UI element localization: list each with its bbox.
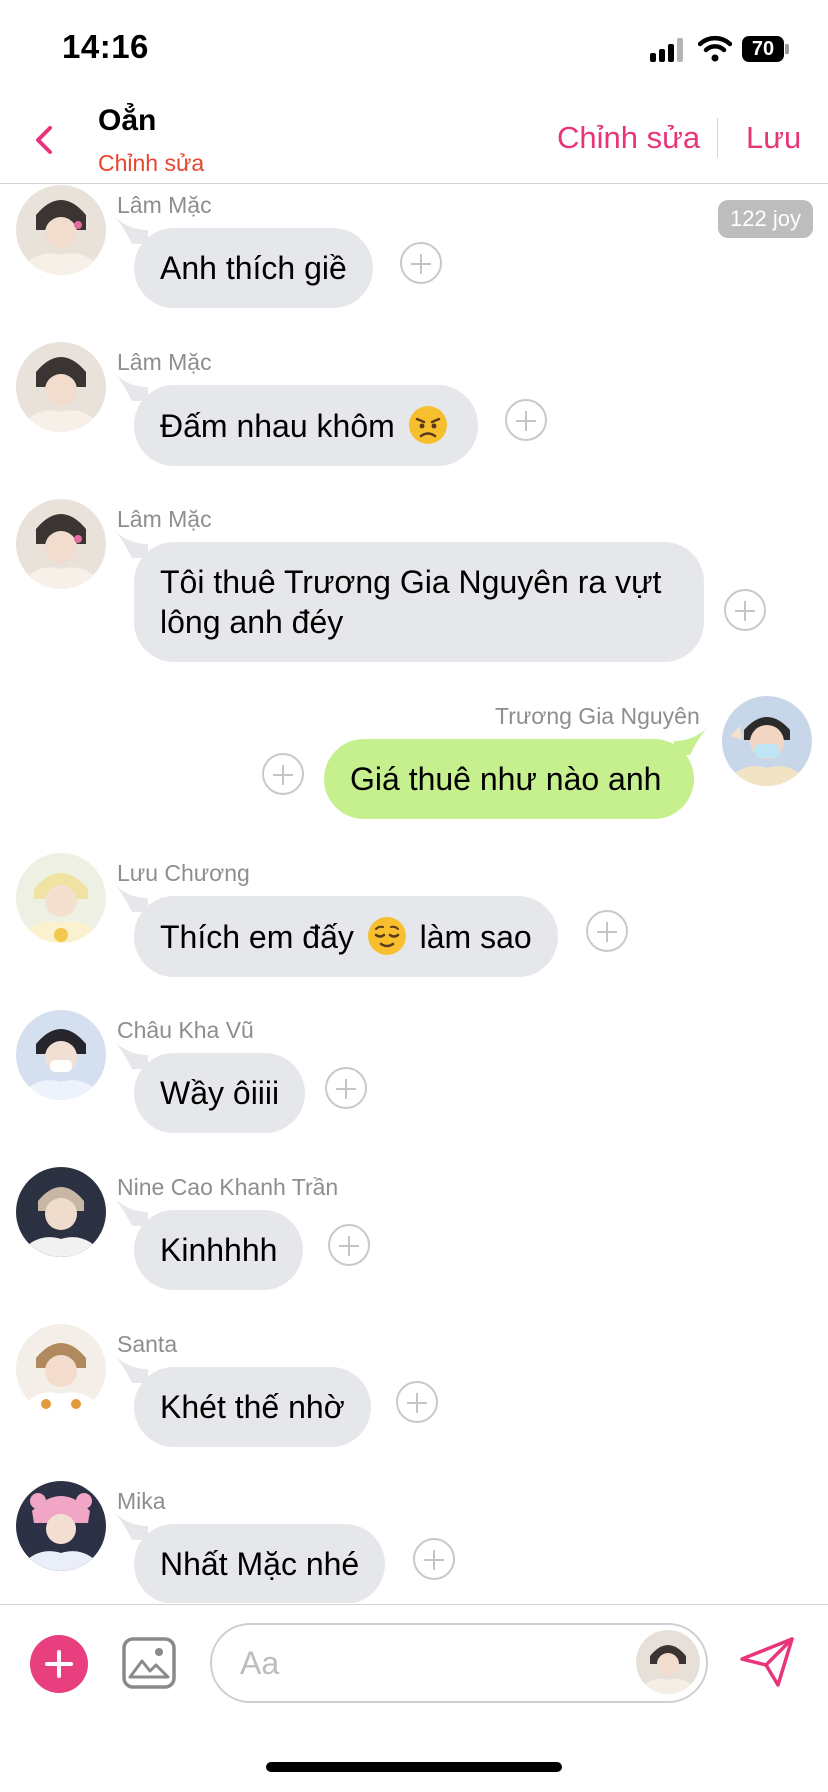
santa-avatar[interactable] bbox=[16, 1324, 106, 1414]
bubble-tail bbox=[114, 373, 148, 401]
message-bubble[interactable]: Tôi thuê Trương Gia Nguyên ra vựt lông a… bbox=[134, 542, 704, 662]
sender-name: Mika bbox=[117, 1488, 166, 1514]
sender-name: Santa bbox=[117, 1331, 178, 1357]
react-plus-button[interactable] bbox=[724, 589, 766, 631]
sender-name: Nine Cao Khanh Trần bbox=[117, 1174, 339, 1200]
header-divider bbox=[717, 118, 718, 158]
truong-gia-nguyen-avatar[interactable] bbox=[722, 696, 812, 786]
message-text: làm sao bbox=[419, 919, 532, 955]
sender-name: Lâm Mặc bbox=[117, 349, 212, 375]
message-text: Giá thuê như nào anh bbox=[350, 761, 662, 797]
chat-subtitle[interactable]: Chỉnh sửa bbox=[98, 150, 204, 177]
sender-name: Lưu Chương bbox=[117, 860, 250, 886]
message-bubble[interactable]: Khét thế nhờ bbox=[134, 1367, 371, 1447]
message-text: Thích em đấy bbox=[160, 919, 354, 955]
status-bar: 14:16 70 bbox=[0, 0, 828, 100]
lam-mac-avatar[interactable] bbox=[16, 342, 106, 432]
bubble-tail bbox=[674, 727, 708, 755]
relieved-face-emoji bbox=[367, 917, 406, 955]
message-text-line: Tôi thuê Trương Gia Nguyên ra vựt bbox=[160, 564, 662, 600]
message-row: Lâm Mặc Tôi thuê Trương Gia Nguyên ra vự… bbox=[0, 499, 828, 662]
send-button[interactable] bbox=[738, 1635, 796, 1689]
sender-name: Trương Gia Nguyên bbox=[495, 703, 700, 729]
bubble-tail bbox=[114, 1355, 148, 1383]
message-bubble[interactable]: Anh thích giề bbox=[134, 228, 373, 308]
bubble-tail bbox=[114, 1041, 148, 1069]
message-row: Lâm Mặc Anh thích giề bbox=[0, 185, 828, 308]
message-bubble[interactable]: Kinhhhh bbox=[134, 1210, 304, 1290]
wifi-icon bbox=[697, 34, 733, 62]
add-button[interactable] bbox=[30, 1635, 88, 1693]
sender-name: Châu Kha Vũ bbox=[117, 1017, 254, 1043]
chat-header: Oẳn Chỉnh sửa Chỉnh sửa Lưu bbox=[0, 100, 828, 184]
message-row: Santa Khét thế nhờ bbox=[0, 1324, 828, 1447]
react-plus-button[interactable] bbox=[400, 242, 442, 284]
bubble-tail bbox=[114, 216, 148, 244]
sender-name: Lâm Mặc bbox=[117, 506, 212, 532]
back-button[interactable] bbox=[26, 118, 62, 162]
status-time: 14:16 bbox=[62, 28, 149, 65]
message-bubble[interactable]: Giá thuê như nào anh bbox=[324, 739, 694, 819]
cellular-signal-icon bbox=[650, 38, 686, 62]
react-plus-button[interactable] bbox=[413, 1538, 455, 1580]
battery-level: 70 bbox=[742, 36, 784, 62]
message-row: Châu Kha Vũ Wầy ôiiii bbox=[0, 1010, 828, 1133]
react-plus-button[interactable] bbox=[505, 399, 547, 441]
message-row: Lâm Mặc Đấm nhau khôm bbox=[0, 342, 828, 466]
message-bubble[interactable]: Nhất Mặc nhé bbox=[134, 1524, 386, 1603]
chau-kha-vu-avatar[interactable] bbox=[16, 1010, 106, 1100]
react-plus-button[interactable] bbox=[586, 910, 628, 952]
luu-chuong-avatar[interactable] bbox=[16, 853, 106, 943]
lam-mac-avatar[interactable] bbox=[16, 185, 106, 275]
battery-icon: 70 bbox=[742, 36, 789, 62]
bubble-tail bbox=[114, 530, 148, 558]
edit-button[interactable]: Chỉnh sửa bbox=[557, 120, 700, 156]
lam-mac-avatar[interactable] bbox=[16, 499, 106, 589]
message-bubble[interactable]: Wầy ôiiii bbox=[134, 1053, 306, 1133]
mika-avatar[interactable] bbox=[16, 1481, 106, 1571]
react-plus-button[interactable] bbox=[325, 1067, 367, 1109]
message-row: Trương Gia Nguyên Giá thuê như nào anh bbox=[0, 696, 828, 819]
chat-title: Oẳn bbox=[98, 104, 157, 137]
message-text: Nhất Mặc nhé bbox=[160, 1546, 360, 1582]
nine-avatar[interactable] bbox=[16, 1167, 106, 1257]
message-input-field[interactable] bbox=[210, 1623, 708, 1703]
bubble-tail bbox=[114, 1512, 148, 1540]
angry-face-emoji bbox=[408, 406, 447, 444]
image-icon bbox=[122, 1637, 176, 1689]
chevron-left-icon bbox=[36, 126, 52, 154]
message-row: Nine Cao Khanh Trần Kinhhhh bbox=[0, 1167, 828, 1290]
message-row: Lưu Chương Thích em đấy làm sao bbox=[0, 853, 828, 977]
message-text: Kinhhhh bbox=[160, 1232, 278, 1268]
sender-name: Lâm Mặc bbox=[117, 192, 212, 218]
message-text: Anh thích giề bbox=[160, 250, 347, 286]
message-text: Khét thế nhờ bbox=[160, 1389, 345, 1425]
save-button[interactable]: Lưu bbox=[746, 120, 801, 156]
bubble-tail bbox=[114, 1198, 148, 1226]
message-bubble[interactable]: Thích em đấy làm sao bbox=[134, 896, 558, 977]
chat-messages[interactable]: 122 joy Lâm Mặc Anh thích giề Lâm Mặc Đấ… bbox=[0, 185, 828, 1603]
message-text: Wầy ôiiii bbox=[160, 1075, 280, 1111]
home-indicator[interactable] bbox=[266, 1762, 562, 1772]
react-plus-button[interactable] bbox=[262, 753, 304, 795]
react-plus-button[interactable] bbox=[396, 1381, 438, 1423]
message-input[interactable] bbox=[240, 1641, 600, 1685]
react-plus-button[interactable] bbox=[328, 1224, 370, 1266]
message-text-line: lông anh đéy bbox=[160, 604, 344, 640]
send-icon bbox=[740, 1637, 794, 1687]
message-bubble[interactable]: Đấm nhau khôm bbox=[134, 385, 478, 466]
message-text: Đấm nhau khôm bbox=[160, 408, 395, 444]
bubble-tail bbox=[114, 884, 148, 912]
message-row: Mika Nhất Mặc nhé bbox=[0, 1481, 828, 1603]
sender-avatar[interactable] bbox=[636, 1630, 700, 1694]
image-picker-button[interactable] bbox=[122, 1637, 176, 1689]
